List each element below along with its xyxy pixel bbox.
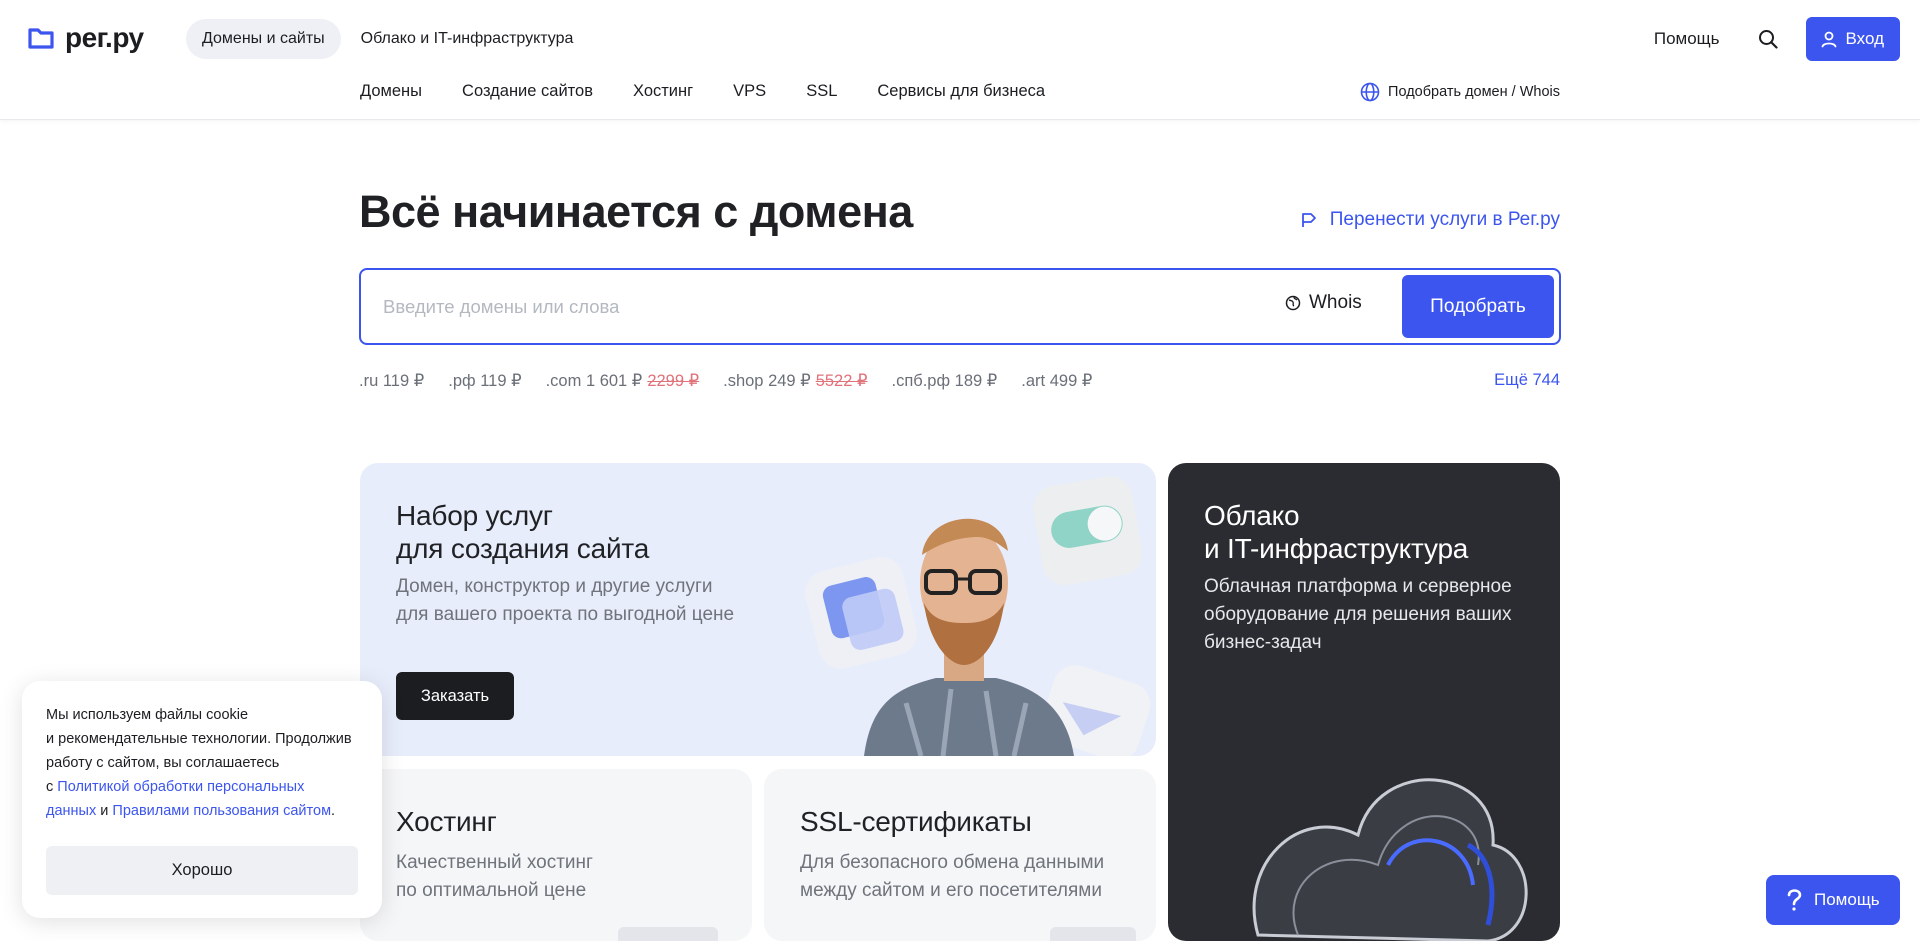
folder-icon	[28, 28, 54, 49]
subnav-site-builder[interactable]: Создание сайтов	[462, 82, 593, 101]
cookie-accept-button[interactable]: Хорошо	[46, 846, 358, 895]
more-zones-link[interactable]: Ещё 744	[1494, 371, 1560, 390]
subnav-hosting[interactable]: Хостинг	[633, 82, 693, 101]
promo-illustration	[805, 476, 1151, 756]
ssl-illustration	[1050, 927, 1136, 941]
tab-cloud[interactable]: Облако и IT-инфраструктура	[345, 19, 590, 59]
help-chat-button[interactable]: Помощь	[1766, 875, 1900, 925]
domain-whois-label: Подобрать домен / Whois	[1388, 84, 1560, 100]
price-item[interactable]: .ru 119 ₽	[359, 371, 424, 391]
order-button[interactable]: Заказать	[396, 672, 514, 720]
privacy-policy-link[interactable]: Политикой обработки персональных	[57, 779, 304, 795]
price-item[interactable]: .shop 249 ₽5522 ₽	[723, 371, 867, 391]
card-title: SSL-сертификаты	[800, 806, 1032, 837]
card-description: Домен, конструктор и другие услуги для ва…	[396, 576, 735, 625]
whois-button[interactable]: Whois	[1285, 292, 1362, 314]
transfer-label: Перенести услуги в Рег.ру	[1329, 209, 1560, 230]
transfer-icon	[1301, 213, 1316, 227]
user-icon	[1821, 31, 1836, 48]
help-chat-label: Помощь	[1814, 890, 1880, 909]
cookie-text: Мы используем файлы cookie и рекомендате…	[46, 707, 352, 819]
subnav-domains[interactable]: Домены	[360, 82, 422, 101]
price-item[interactable]: .com 1 601 ₽2299 ₽	[546, 371, 700, 391]
cookie-banner: Мы используем файлы cookie и рекомендате…	[22, 681, 382, 918]
sub-nav: Домены Создание сайтов Хостинг VPS SSL С…	[0, 78, 1920, 120]
site-rules-link[interactable]: Правилами пользования сайтом	[112, 803, 331, 819]
old-price: 2299 ₽	[647, 372, 700, 390]
ssl-card[interactable]: SSL-сертификаты Для безопасного обмена д…	[764, 769, 1156, 941]
top-nav: Домены и сайты Облако и IT-инфраструктур…	[186, 19, 589, 59]
transfer-services-link[interactable]: Перенести услуги в Рег.ру	[1300, 209, 1560, 231]
domain-search-input[interactable]	[383, 270, 1263, 343]
price-item[interactable]: .спб.рф 189 ₽	[892, 371, 998, 391]
question-icon	[1787, 889, 1802, 911]
subnav-ssl[interactable]: SSL	[806, 82, 837, 101]
logo[interactable]: рег.ру	[27, 22, 144, 54]
top-header: рег.ру Домены и сайты Облако и IT-инфрас…	[0, 0, 1920, 78]
login-button[interactable]: Вход	[1805, 17, 1900, 61]
whois-label: Whois	[1309, 292, 1362, 313]
card-title: Набор услуг для создания сайта	[396, 500, 650, 564]
card-description: Качественный хостинг по оптимальной цене	[396, 852, 593, 901]
card-description: Для безопасного обмена данными между сайт…	[800, 852, 1105, 901]
pick-domain-button[interactable]: Подобрать	[1402, 275, 1554, 338]
cloud-card[interactable]: Облако и IT-инфраструктура Облачная платф…	[1168, 463, 1560, 941]
hosting-card[interactable]: Хостинг Качественный хостинг по оптимальн…	[360, 769, 752, 941]
logo-text: рег.ру	[65, 22, 144, 53]
price-item[interactable]: .рф 119 ₽	[448, 371, 521, 391]
card-title: Хостинг	[396, 806, 497, 837]
globe-icon	[1285, 295, 1301, 311]
login-label: Вход	[1845, 29, 1884, 48]
domain-search-box: Whois Подобрать	[359, 268, 1561, 345]
page-title: Всё начинается с домена	[359, 186, 913, 237]
header-actions: Помощь Вход	[1654, 17, 1900, 61]
hosting-illustration	[618, 927, 718, 941]
subnav-vps[interactable]: VPS	[733, 82, 766, 101]
domain-whois-link[interactable]: Подобрать домен / Whois	[1360, 82, 1560, 102]
privacy-policy-link-cont[interactable]: данных	[46, 803, 96, 819]
subnav-business[interactable]: Сервисы для бизнеса	[877, 82, 1045, 101]
cloud-illustration	[1252, 778, 1528, 941]
site-builder-card[interactable]: Набор услуг для создания сайта Домен, кон…	[360, 463, 1156, 756]
price-item[interactable]: .art 499 ₽	[1021, 371, 1092, 391]
card-title: Облако и IT-инфраструктура	[1204, 500, 1469, 564]
tab-domains-sites[interactable]: Домены и сайты	[186, 19, 341, 59]
globe-icon	[1360, 82, 1380, 102]
search-icon[interactable]	[1756, 27, 1780, 51]
help-link[interactable]: Помощь	[1654, 29, 1720, 49]
domain-price-list: .ru 119 ₽ .рф 119 ₽ .com 1 601 ₽2299 ₽ .…	[359, 371, 1092, 391]
old-price: 5522 ₽	[815, 372, 868, 390]
card-description: Облачная платформа и серверное оборудован…	[1204, 576, 1512, 653]
